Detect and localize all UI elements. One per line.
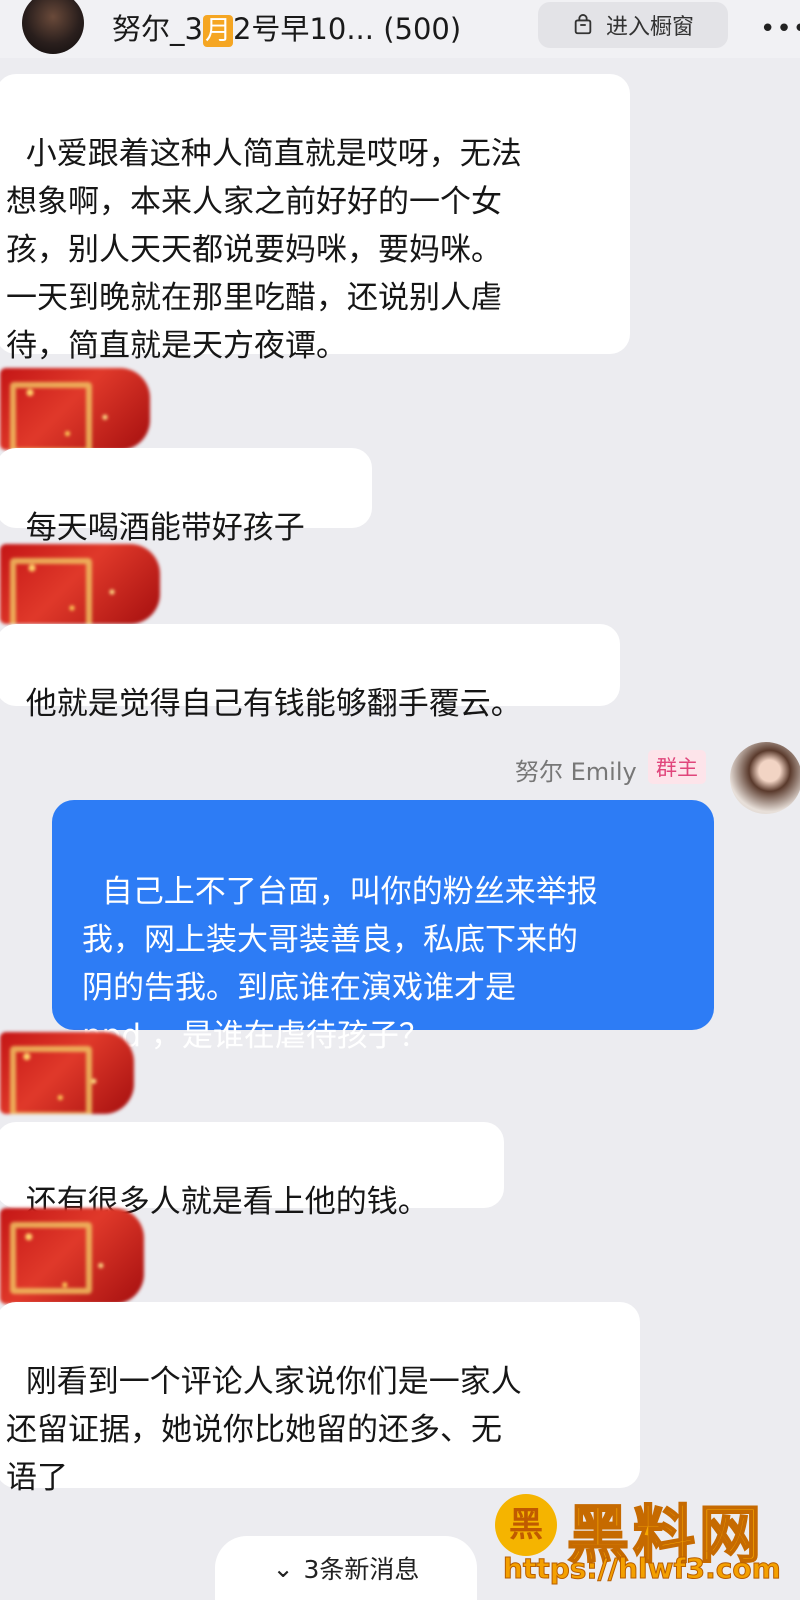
sender-avatar-sticker[interactable] bbox=[0, 1208, 144, 1304]
more-options-icon[interactable]: ••• bbox=[760, 14, 800, 44]
group-title-suffix: 2号早10... (500) bbox=[232, 12, 462, 46]
sender-avatar-sticker[interactable] bbox=[0, 368, 150, 450]
chat-header: 努尔_3月2号早10... (500) 进入橱窗 ••• bbox=[0, 0, 800, 58]
sender-name: 努尔 Emily bbox=[515, 758, 637, 786]
sender-avatar-sticker[interactable] bbox=[0, 544, 160, 624]
new-messages-label: 3条新消息 bbox=[303, 1555, 420, 1584]
sender-avatar[interactable] bbox=[730, 742, 800, 814]
chat-message[interactable]: 刚看到一个评论人家说你们是一家人 还留证据，她说你比她留的还多、无 语了 bbox=[0, 1302, 640, 1496]
enter-showcase-button[interactable]: 进入橱窗 bbox=[538, 2, 728, 48]
chat-message[interactable]: 还有很多人就是看上他的钱。 bbox=[0, 1122, 504, 1220]
chat-message[interactable]: 每天喝酒能带好孩子 bbox=[0, 448, 372, 546]
message-text: 小爱跟着这种人简直就是哎呀，无法 想象啊，本来人家之前好好的一个女 孩，别人天天… bbox=[6, 136, 522, 364]
message-text: 刚看到一个评论人家说你们是一家人 还留证据，她说你比她留的还多、无 语了 bbox=[6, 1364, 522, 1496]
new-messages-button[interactable]: ⌄ 3条新消息 bbox=[215, 1536, 477, 1600]
month-badge: 月 bbox=[202, 15, 233, 47]
my-chat-message[interactable]: 自己上不了台面，叫你的粉丝来举报 我，网上装大哥装善良，私底下来的 阴的告我。到… bbox=[52, 800, 714, 1054]
message-text: 每天喝酒能带好孩子 bbox=[25, 510, 305, 546]
chevron-down-icon: ⌄ bbox=[272, 1553, 294, 1583]
chat-message[interactable]: 他就是觉得自己有钱能够翻手覆云。 bbox=[0, 624, 620, 722]
group-title[interactable]: 努尔_3月2号早10... (500) bbox=[112, 6, 461, 48]
enter-showcase-label: 进入橱窗 bbox=[605, 15, 694, 40]
shopping-bag-icon bbox=[574, 14, 592, 35]
sender-avatar-sticker[interactable] bbox=[0, 1032, 134, 1114]
watermark-url: https://hlwf3.com bbox=[503, 1552, 782, 1586]
site-watermark: 黑 黑料网 https://hlwf3.com bbox=[495, 1490, 795, 1590]
group-title-prefix: 努尔_3 bbox=[112, 12, 203, 46]
chat-message[interactable]: 小爱跟着这种人简直就是哎呀，无法 想象啊，本来人家之前好好的一个女 孩，别人天天… bbox=[0, 74, 630, 364]
watermark-logo-icon: 黑 bbox=[495, 1494, 557, 1556]
group-avatar[interactable] bbox=[22, 0, 84, 54]
group-owner-badge: 群主 bbox=[648, 750, 706, 784]
message-text: 自己上不了台面，叫你的粉丝来举报 我，网上装大哥装善良，私底下来的 阴的告我。到… bbox=[82, 874, 598, 1054]
message-text: 他就是觉得自己有钱能够翻手覆云。 bbox=[25, 686, 522, 722]
